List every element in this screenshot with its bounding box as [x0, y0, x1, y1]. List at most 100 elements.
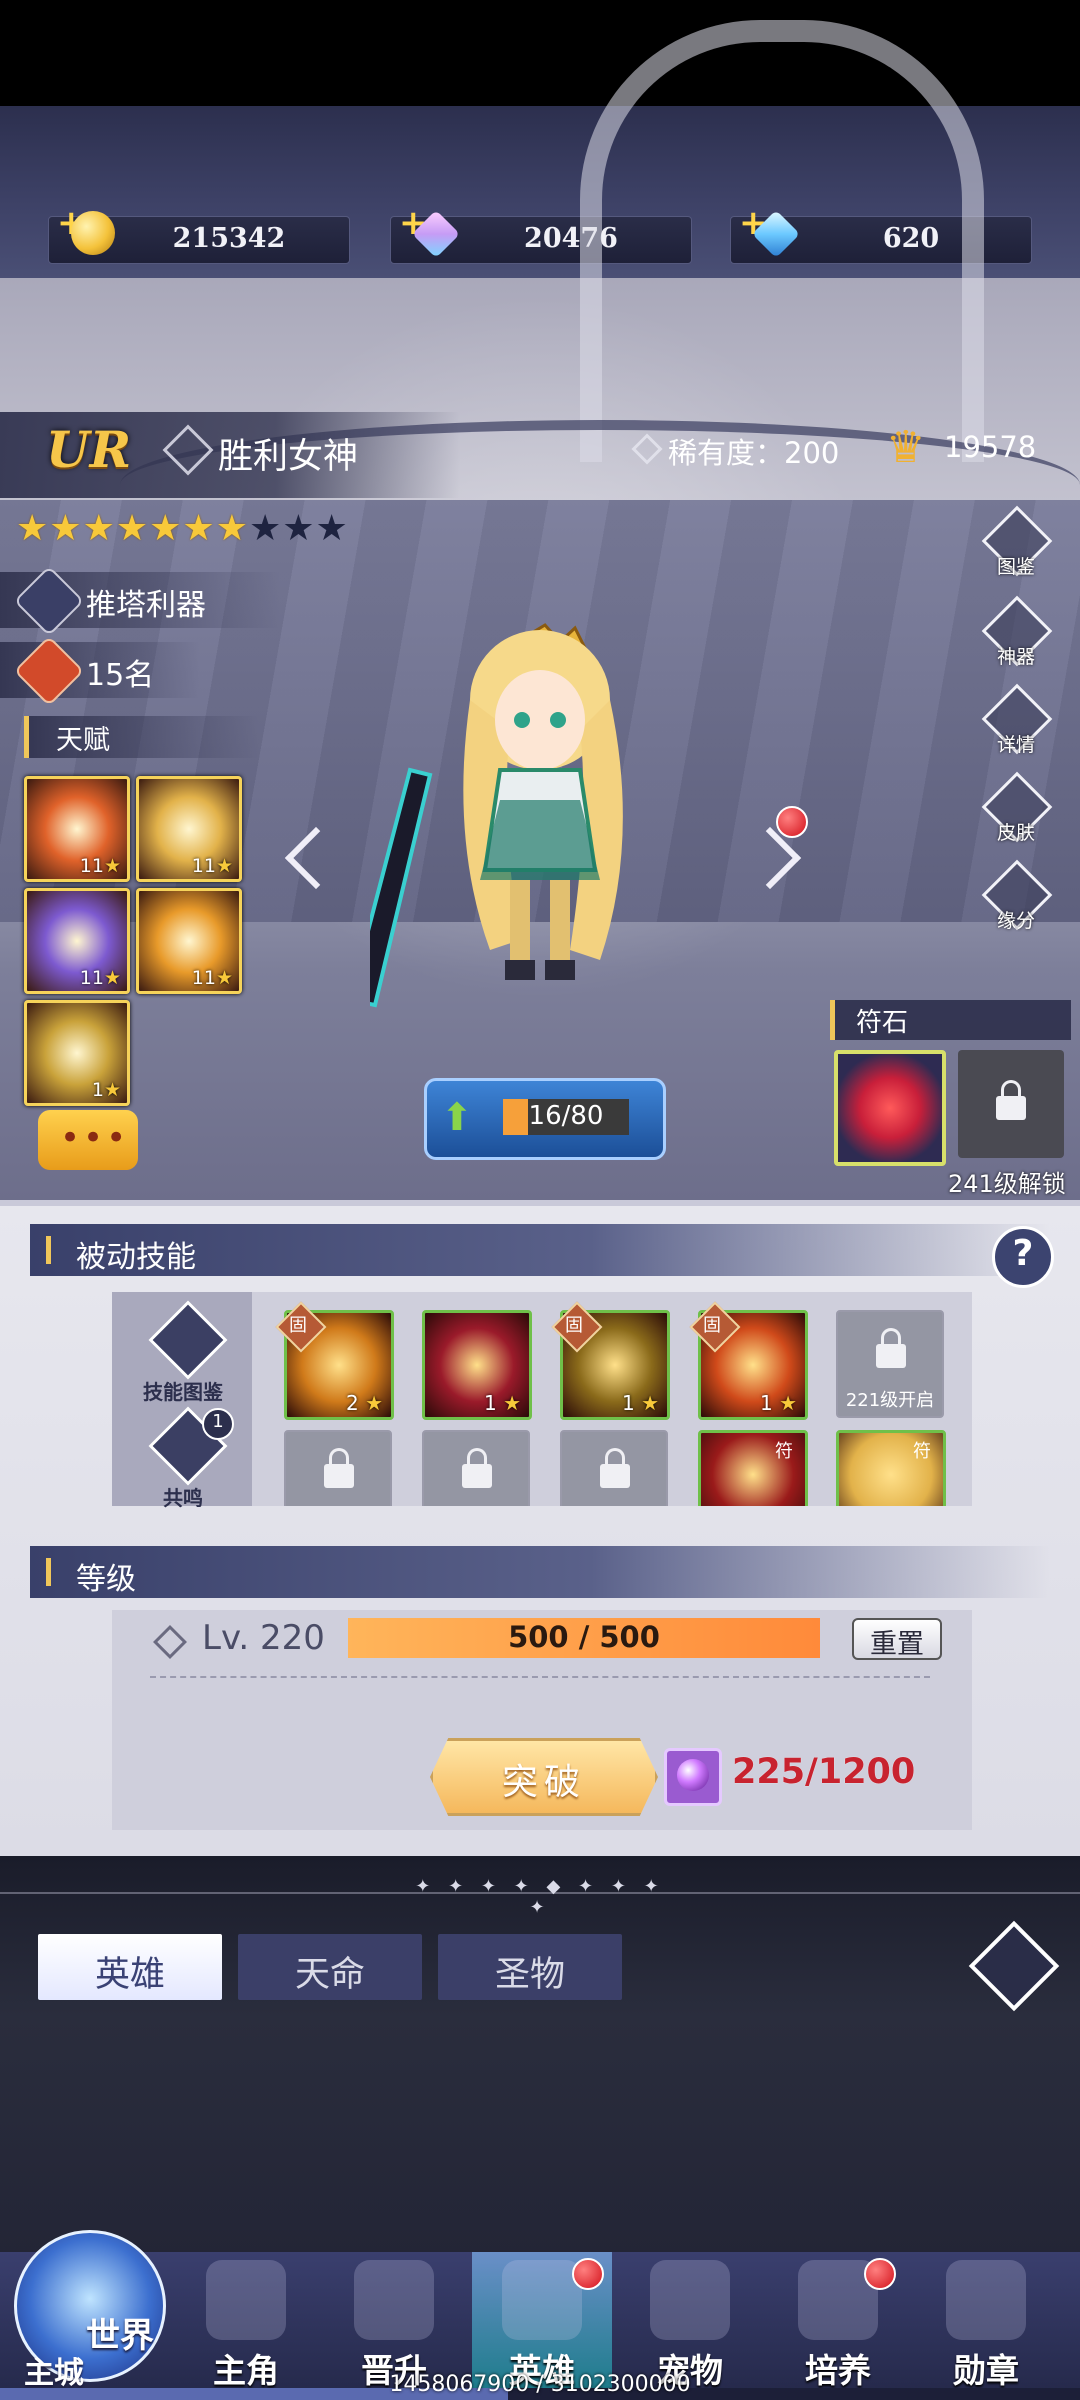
level-header: 等级 [30, 1546, 1050, 1598]
lock-icon [324, 1448, 354, 1488]
hero-name: 胜利女神 [218, 437, 359, 477]
passive-skills-header: 被动技能 [30, 1224, 1050, 1276]
star-filled-icon: ★ [49, 508, 83, 549]
exp-text: 500 / 500 [508, 1620, 660, 1654]
hero-character-illustration[interactable] [370, 620, 690, 1020]
flame-icon [13, 635, 85, 707]
hero-notification-dot [572, 2258, 604, 2290]
nav-medal[interactable]: 勋章 [916, 2252, 1056, 2392]
main-city-label: 主城 [24, 2356, 84, 2391]
passive-skill-slot[interactable]: 符 [698, 1430, 808, 1506]
help-button[interactable]: ? [992, 1226, 1054, 1288]
divider [150, 1676, 930, 1678]
currency-gold[interactable]: + 215342 [48, 203, 350, 264]
resonance-badge-count: 1 [212, 1411, 224, 1432]
promote-icon [354, 2260, 434, 2340]
bond-label: 缘分 [996, 910, 1035, 932]
chat-button[interactable]: ••• [38, 1110, 138, 1170]
star-filled-icon: ★ [215, 508, 249, 549]
artifact-button[interactable]: 神器 [981, 595, 1053, 668]
lock-icon [600, 1448, 630, 1488]
hero-level-progress: ⬆ 16/80 [424, 1078, 666, 1160]
hero-level: Lv. 220 [202, 1618, 325, 1658]
talent-slot[interactable]: 1★ [24, 1000, 130, 1106]
passive-skill-slot[interactable]: 固 2 ★ [275, 1301, 394, 1420]
details-button[interactable]: 详情 [981, 683, 1053, 756]
chat-bubble-icon: ••• [60, 1118, 130, 1158]
passive-skill-slot[interactable]: 固 1 ★ [551, 1301, 670, 1420]
skill-tag: 符 [775, 1441, 793, 1462]
world-main-city-button[interactable]: 世界 主城 [6, 2220, 166, 2396]
star-empty-icon: ★ [248, 508, 283, 549]
rarity-label: 稀有度：200 [668, 436, 840, 470]
passive-skill-slot[interactable]: 1 ★ [422, 1310, 532, 1420]
protagonist-icon [206, 2260, 286, 2340]
locked-skill-slot[interactable] [422, 1430, 530, 1506]
skill-tag: 固 [289, 1315, 307, 1336]
star-empty-icon: ★ [282, 508, 316, 549]
nav-pet[interactable]: 宠物 [620, 2252, 760, 2392]
locked-skill-slot[interactable] [284, 1430, 392, 1506]
rune-unlock-requirement: 241级解锁 [948, 1170, 1066, 1198]
view-toggle-button[interactable] [968, 1920, 1060, 2012]
skill-level: 2 ★ [345, 1391, 383, 1415]
talent-slot[interactable]: 11★ [24, 776, 130, 882]
medal-icon [946, 2260, 1026, 2340]
talent-level: 1★ [91, 1079, 121, 1101]
eye-icon [968, 1920, 1060, 2012]
nav-protagonist[interactable]: 主角 [176, 2252, 316, 2392]
rune-slot[interactable] [834, 1050, 946, 1166]
role-tag-label: 推塔利器 [86, 588, 206, 623]
role-tag: 推塔利器 [0, 565, 280, 637]
passive-skill-slot[interactable]: 固 1 ★ [689, 1301, 808, 1420]
nav-label: 主角 [213, 2351, 279, 2390]
talent-level: 11★ [79, 967, 121, 989]
divider-ornament: ✦ ✦ ✦ ✦ ◆ ✦ ✦ ✦ ✦ [415, 1876, 665, 1918]
talent-level: 11★ [191, 967, 233, 989]
talent-title: 天赋 [56, 725, 110, 756]
gold-coin-icon [71, 211, 115, 255]
breakthrough-cost: 225/1200 [732, 1752, 916, 1792]
grade-badge: UR [46, 420, 132, 479]
passive-skill-slot[interactable]: 符 [836, 1430, 946, 1506]
world-label: 世界 [86, 2316, 154, 2356]
codex-label: 图鉴 [996, 556, 1035, 578]
tab-relic[interactable]: 圣物 [438, 1934, 622, 2000]
hero-helmet-icon [502, 2260, 582, 2340]
talent-slot[interactable]: 11★ [24, 888, 130, 994]
rank-tag-label: 15名 [86, 658, 155, 693]
rune-locked-slot[interactable] [958, 1050, 1064, 1158]
skill-codex-button[interactable]: 技能图鉴 [143, 1300, 228, 1404]
nav-label: 勋章 [953, 2351, 1019, 2390]
tab-hero[interactable]: 英雄 [38, 1934, 222, 2000]
talent-slot[interactable]: 11★ [136, 888, 242, 994]
level-section-title: 等级 [76, 1562, 136, 1597]
skill-tag: 固 [565, 1315, 583, 1336]
gold-amount: 215342 [172, 223, 286, 254]
power-value: 19578 [944, 430, 1037, 464]
skill-level: 1 ★ [759, 1391, 797, 1415]
nav-label: 培养 [805, 2351, 871, 2390]
lock-icon [462, 1448, 492, 1488]
skill-codex-label: 技能图鉴 [143, 1380, 223, 1404]
locked-skill-slot[interactable]: 221级开启 [836, 1310, 944, 1418]
talent-slot[interactable]: 11★ [136, 776, 242, 882]
upgrade-arrow-icon: ⬆ [441, 1095, 473, 1139]
bond-button[interactable]: 缘分 [981, 859, 1053, 932]
star-rating: ★★★★★★★★★★ [16, 508, 349, 549]
lock-icon [996, 1080, 1026, 1120]
passive-skills-title: 被动技能 [76, 1240, 196, 1275]
skin-button[interactable]: 皮肤 [981, 771, 1053, 844]
star-filled-icon: ★ [182, 508, 216, 549]
breakthrough-button[interactable]: 突破 [430, 1738, 658, 1816]
locked-skill-slot[interactable] [560, 1430, 668, 1506]
reset-label: 重置 [870, 1629, 924, 1660]
star-filled-icon: ★ [149, 508, 183, 549]
star-filled-icon: ★ [16, 508, 50, 549]
reset-button[interactable]: 重置 [852, 1618, 942, 1660]
notification-dot [776, 806, 808, 838]
nav-promote[interactable]: 晋升 [324, 2252, 464, 2392]
codex-button[interactable]: 图鉴 [981, 505, 1053, 578]
tab-destiny[interactable]: 天命 [238, 1934, 422, 2000]
rank-tag: 15名 [0, 635, 200, 707]
